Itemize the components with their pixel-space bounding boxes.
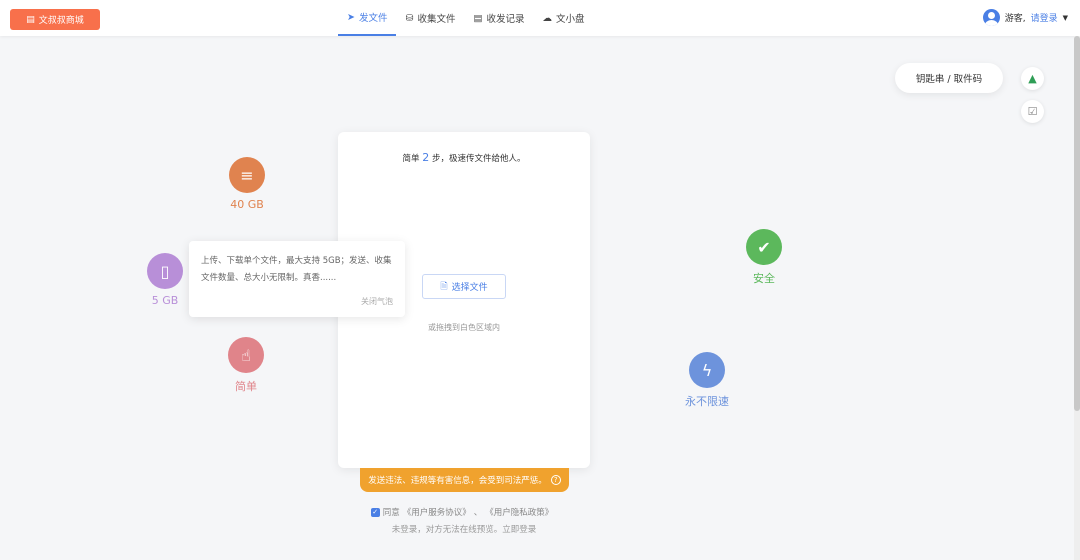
scrollbar[interactable]	[1074, 36, 1080, 560]
user-menu[interactable]: 游客, 请登录 ▼	[982, 9, 1068, 26]
collect-icon: ⛁	[405, 12, 414, 24]
main-nav: ➤ 发文件 ⛁ 收集文件 ▤ 收发记录 ☁ 文小盘	[338, 0, 593, 36]
choose-file-button[interactable]: 🗎 选择文件	[422, 274, 506, 299]
privacy-link[interactable]: 《用户隐私政策》	[485, 506, 553, 518]
feature-simple: ☝ 简单	[228, 337, 264, 394]
drag-hint: 或拖拽到白色区域内	[428, 323, 500, 332]
close-tooltip-link[interactable]: 关闭气泡	[361, 297, 393, 307]
login-hint[interactable]: 未登录，对方无法在线预览。立即登录	[0, 523, 928, 535]
calendar-check-icon[interactable]: ☑	[1021, 100, 1044, 123]
send-icon: ➤	[347, 11, 355, 23]
tab-records[interactable]: ▤ 收发记录	[464, 0, 533, 36]
login-link[interactable]: 请登录	[1031, 11, 1058, 24]
feature-secure: ✔ 安全	[746, 229, 782, 286]
feature-unlimited-speed: ϟ 永不限速	[685, 352, 729, 409]
record-icon: ▤	[473, 12, 483, 24]
help-icon[interactable]: ?	[550, 475, 561, 485]
agreement: ✓ 同意 《用户服务协议》 、 《用户隐私政策》	[370, 506, 554, 518]
caret-down-icon: ▼	[1062, 13, 1068, 22]
key-code-button[interactable]: 钥匙串 / 取件码	[895, 63, 1003, 93]
store-icon: ▤	[26, 14, 35, 25]
file-icon: 🗎	[440, 281, 448, 292]
agree-checkbox[interactable]: ✓	[370, 507, 380, 517]
scrollbar-thumb[interactable]	[1074, 36, 1080, 411]
file-icon: ▯	[147, 253, 183, 289]
shield-icon: ✔	[746, 229, 782, 265]
image-icon[interactable]: ▲	[1021, 67, 1044, 90]
cloud-disk-icon: ☁	[542, 12, 552, 24]
upload-title: 简单 2 步，极速传文件给他人。	[402, 151, 526, 164]
info-tooltip: 上传、下载单个文件，最大支持 5GB；发送、收集文件数量、总大小无限制。真香..…	[189, 241, 405, 317]
terms-link[interactable]: 《用户服务协议》	[403, 506, 471, 518]
tab-cloud-disk[interactable]: ☁ 文小盘	[533, 0, 593, 36]
feature-40gb: ≡ 40 GB	[229, 157, 265, 211]
tab-collect-file[interactable]: ⛁ 收集文件	[396, 0, 464, 36]
database-icon: ≡	[229, 157, 265, 193]
store-button[interactable]: ▤ 文叔叔商城	[10, 9, 100, 30]
lightning-icon: ϟ	[689, 352, 725, 388]
top-bar: ▤ 文叔叔商城 ➤ 发文件 ⛁ 收集文件 ▤ 收发记录 ☁ 文小盘 游客, 请登录 ▼	[0, 0, 1080, 36]
warning-banner: 发送违法、违规等有害信息，会受到司法严惩。?	[360, 468, 569, 492]
hand-pointer-icon: ☝	[228, 337, 264, 373]
avatar	[982, 9, 1000, 26]
tab-send-file[interactable]: ➤ 发文件	[338, 0, 397, 36]
feature-5gb: ▯ 5 GB	[147, 253, 183, 307]
